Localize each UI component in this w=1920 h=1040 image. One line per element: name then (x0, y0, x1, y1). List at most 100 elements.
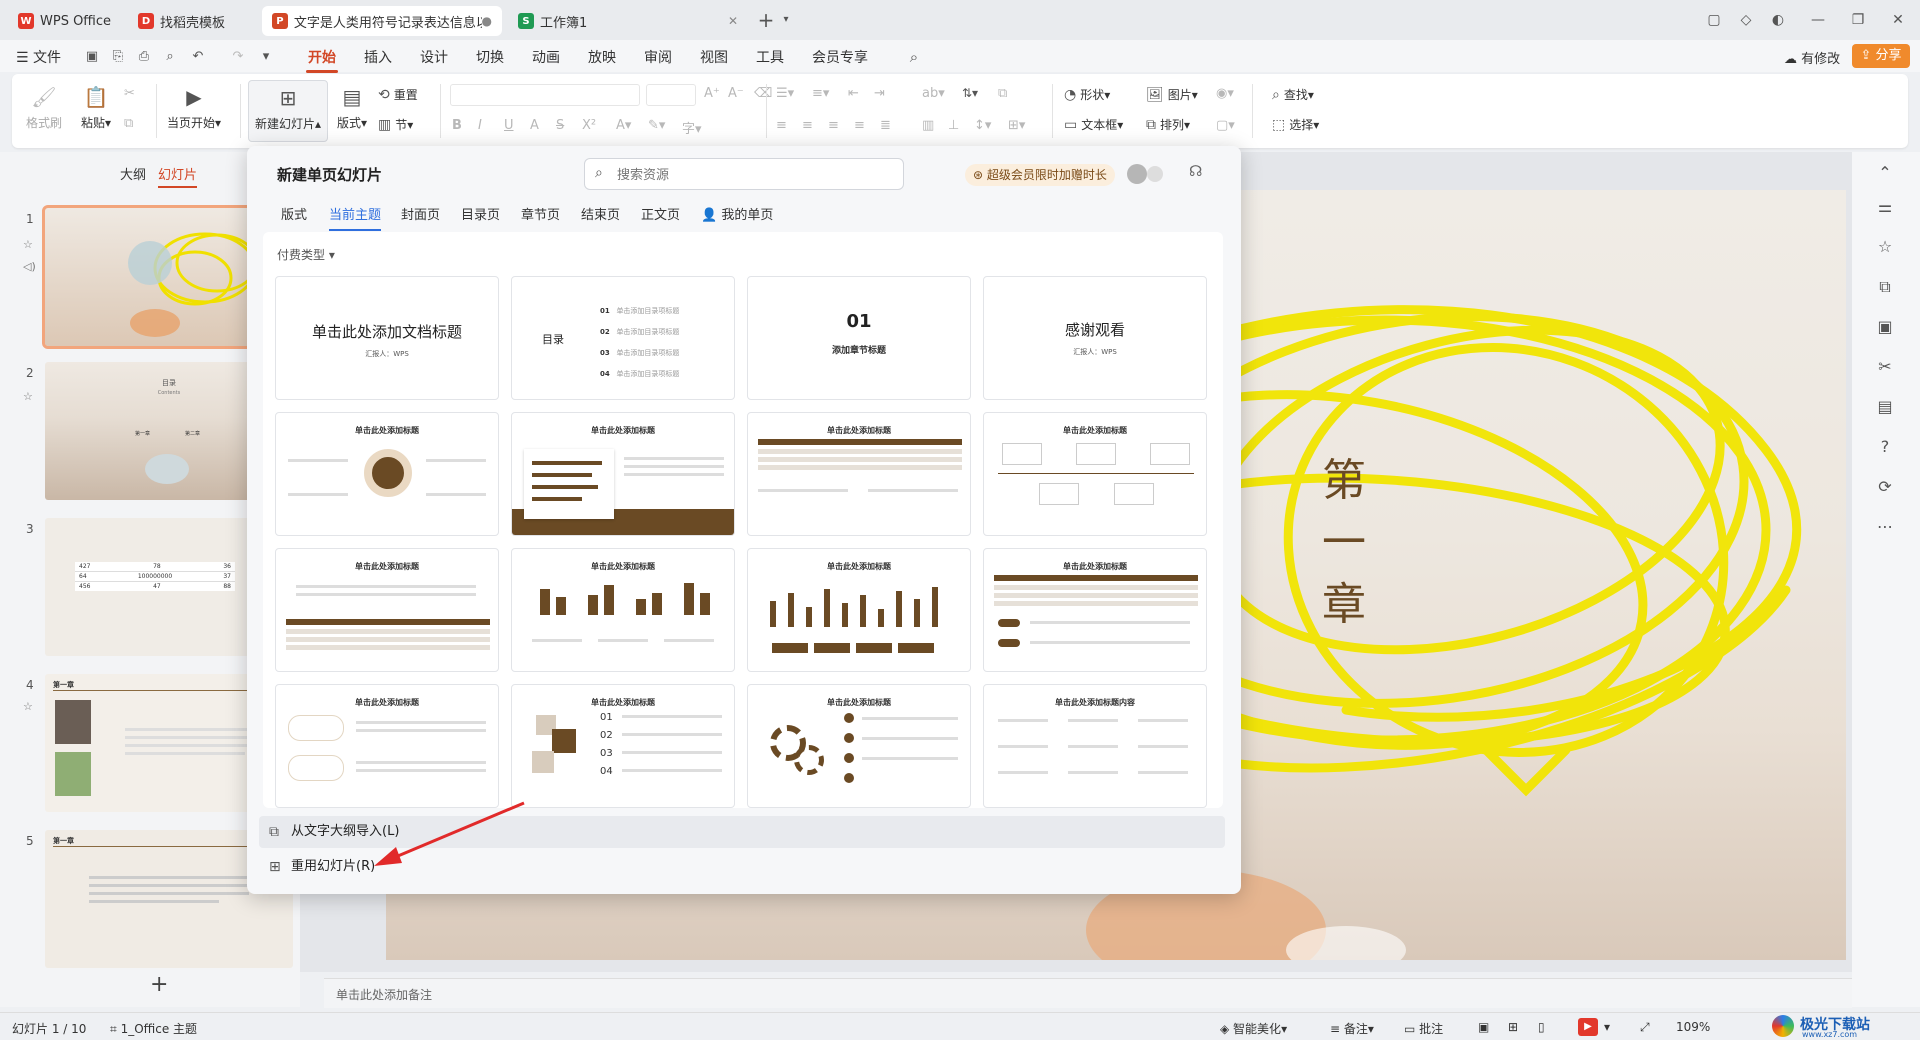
collapse-icon[interactable]: ⌃ (1874, 162, 1896, 184)
layout-pane-icon[interactable]: ▤ (1874, 396, 1896, 418)
vertical-align-icon[interactable]: ⊥ (948, 118, 959, 133)
play-icon[interactable]: ▶ (1578, 1018, 1598, 1036)
layout-button[interactable]: ▤ 版式▾ (332, 84, 372, 131)
template-card-content[interactable]: 单击此处添加标题 (275, 412, 499, 536)
tab-toc[interactable]: 目录页 (461, 204, 500, 223)
numbered-list-icon[interactable]: ≡▾ (812, 86, 829, 101)
avatar[interactable]: ◐ (1768, 10, 1788, 30)
tools-icon[interactable]: ✂ (1874, 356, 1896, 378)
tab-layout[interactable]: 版式 (281, 204, 307, 223)
export-icon[interactable]: ⎘ (110, 49, 126, 65)
template-card-chapter[interactable]: 01 添加章节标题 (747, 276, 971, 400)
slide-title-vertical[interactable]: 第 一 章 (1322, 450, 1366, 636)
font-family-select[interactable] (450, 84, 640, 106)
template-card-content[interactable]: 单击此处添加标题内容 (983, 684, 1207, 808)
grow-font-icon[interactable]: A⁺ (704, 86, 720, 101)
tab-ending[interactable]: 结束页 (581, 204, 620, 223)
template-card-content[interactable]: 单击此处添加标题 (747, 412, 971, 536)
align-left-icon[interactable]: ≡ (776, 118, 787, 133)
redo-icon[interactable]: ↷ (230, 49, 246, 65)
chevron-down-icon[interactable]: ▾ (1604, 1020, 1610, 1034)
distribute-icon[interactable]: ≣ (880, 118, 891, 133)
copy-icon[interactable]: ⧉ (124, 116, 133, 131)
restore-icon[interactable]: ❐ (1848, 10, 1868, 30)
reading-view-icon[interactable]: ▯ (1538, 1020, 1545, 1034)
cut-icon[interactable]: ✂ (124, 86, 135, 101)
chevron-down-icon[interactable]: ▾ (258, 49, 274, 65)
template-card-content[interactable]: 单击此处添加标题 01 02 03 04 (511, 684, 735, 808)
grid-view-icon[interactable]: ⊞ (1508, 1020, 1518, 1034)
close-icon[interactable]: ✕ (728, 14, 738, 28)
star-icon[interactable]: ☆ (1874, 236, 1896, 258)
add-slide-icon[interactable]: + (150, 972, 168, 997)
tab-slides[interactable]: 幻灯片 (158, 164, 198, 188)
picture-edit-icon[interactable]: ▣ (1874, 316, 1896, 338)
template-card-ending[interactable]: 感谢观看 汇报人：WPS (983, 276, 1207, 400)
print-icon[interactable]: ⎙ (136, 49, 152, 65)
pay-type-filter[interactable]: 付费类型 ▾ (277, 246, 335, 263)
tab-workbook[interactable]: S 工作簿1 ✕ (508, 6, 748, 36)
superscript-icon[interactable]: X² (582, 118, 596, 133)
bold-icon[interactable]: B (452, 118, 462, 133)
window-layout-icon[interactable]: ▢ (1704, 10, 1724, 30)
audio-icon[interactable]: ◁) (23, 260, 36, 273)
more-icon[interactable]: ⋯ (1874, 516, 1896, 538)
section-button[interactable]: ▥ 节 ▾ (378, 116, 413, 133)
headset-icon[interactable]: ☊ (1189, 162, 1202, 180)
text-direction-icon[interactable]: ab▾ (922, 86, 945, 101)
new-tab-icon[interactable]: + (756, 10, 776, 30)
template-card-content[interactable]: 单击此处添加标题 (275, 548, 499, 672)
menu-insert[interactable]: 插入 (364, 47, 392, 67)
close-window-icon[interactable]: ✕ (1888, 10, 1908, 30)
star-icon[interactable]: ☆ (23, 238, 33, 251)
tab-cover[interactable]: 封面页 (401, 204, 440, 223)
reset-button[interactable]: ⟲ 重置 (378, 86, 418, 103)
strikethrough-icon[interactable]: S (556, 118, 564, 133)
search-icon[interactable]: ⌕ (906, 49, 922, 65)
menu-slideshow[interactable]: 放映 (588, 47, 616, 67)
shrink-font-icon[interactable]: A⁻ (728, 86, 744, 101)
italic-icon[interactable]: I (478, 118, 482, 133)
paragraph-icon[interactable]: ⊞▾ (1008, 118, 1025, 133)
menu-review[interactable]: 审阅 (644, 47, 672, 67)
print-preview-icon[interactable]: ⌕ (162, 49, 178, 65)
select-button[interactable]: ⬚ 选择 ▾ (1272, 116, 1319, 133)
theme-name[interactable]: ⌗ 1_Office 主题 (110, 1020, 197, 1037)
help-icon[interactable]: ? (1874, 436, 1896, 458)
bullet-list-icon[interactable]: ☰▾ (776, 86, 794, 101)
highlight-icon[interactable]: ✎▾ (648, 118, 665, 133)
outline-icon[interactable]: ▢▾ (1216, 118, 1235, 133)
line-spacing-icon[interactable]: ↕▾ (974, 118, 991, 133)
search-box[interactable]: ⌕ (584, 158, 904, 190)
tab-wps-office[interactable]: W WPS Office (8, 6, 122, 36)
template-card-content[interactable]: 单击此处添加标题 (511, 412, 735, 536)
format-painter-button[interactable]: 🖌 格式刷 (26, 84, 62, 131)
tab-current-theme[interactable]: 当前主题 (329, 204, 382, 231)
template-card-content[interactable]: 单击此处添加标题 (511, 548, 735, 672)
template-card-content[interactable]: 单击此处添加标题 (747, 684, 971, 808)
shadow-text-icon[interactable]: A (530, 118, 539, 133)
arrange-button[interactable]: ⧉ 排列 ▾ (1146, 116, 1190, 133)
smart-art-icon[interactable]: ⧉ (998, 86, 1007, 101)
cube-icon[interactable]: ◇ (1736, 10, 1756, 30)
textbox-button[interactable]: ▭ 文本框 ▾ (1064, 116, 1123, 133)
tab-chapter[interactable]: 章节页 (521, 204, 560, 223)
menu-animation[interactable]: 动画 (532, 47, 560, 67)
comment-button[interactable]: ▭ 批注 (1404, 1020, 1443, 1037)
file-menu[interactable]: ☰ 文件 (16, 47, 61, 67)
undo-icon[interactable]: ↶ (190, 49, 206, 65)
menu-design[interactable]: 设计 (420, 47, 448, 67)
play-current-button[interactable]: ▶ 当页开始▾ (162, 84, 226, 131)
zoom-level[interactable]: 109% (1676, 1020, 1710, 1034)
align-center-icon[interactable]: ≡ (802, 118, 813, 133)
transform-icon[interactable]: ⟳ (1874, 476, 1896, 498)
menu-transition[interactable]: 切换 (476, 47, 504, 67)
minimize-icon[interactable]: — (1808, 10, 1828, 30)
template-card-content[interactable]: 单击此处添加标题 (747, 548, 971, 672)
vip-promo-badge[interactable]: ⊛ 超级会员限时加赠时长 (965, 164, 1115, 186)
tab-my-slides[interactable]: 👤 我的单页 (701, 204, 773, 223)
template-card-content[interactable]: 单击此处添加标题 (275, 684, 499, 808)
paste-button[interactable]: 📋 粘贴▾ (76, 84, 116, 131)
tab-body[interactable]: 正文页 (641, 204, 680, 223)
menu-tools[interactable]: 工具 (756, 47, 784, 67)
